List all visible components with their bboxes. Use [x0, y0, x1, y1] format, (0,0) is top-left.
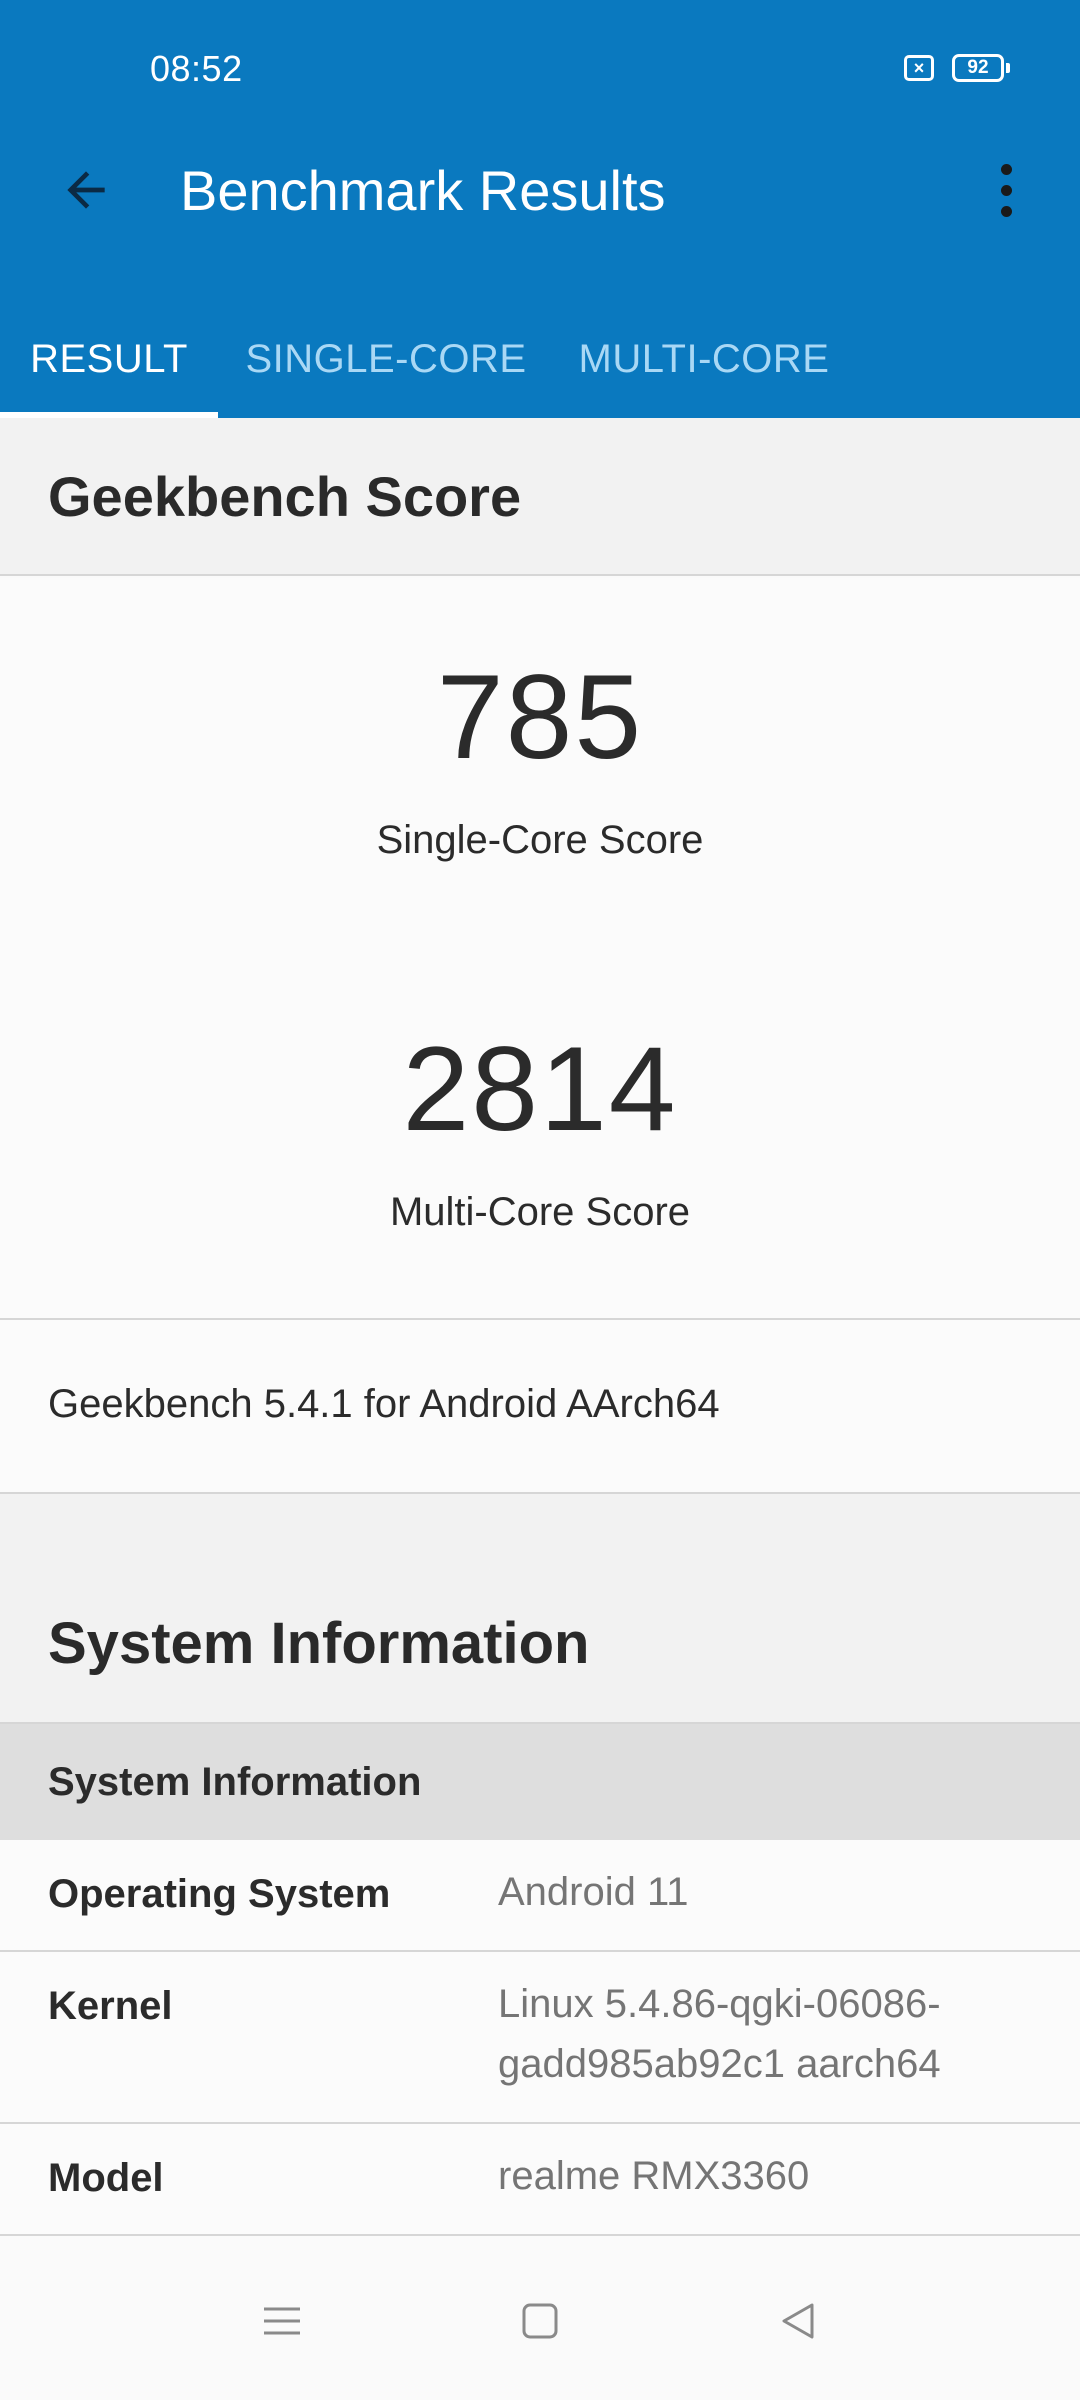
score-panel: 785 Single-Core Score 2814 Multi-Core Sc… [0, 578, 1080, 1320]
geekbench-version: Geekbench 5.4.1 for Android AArch64 [48, 1382, 720, 1426]
recent-apps-button[interactable] [247, 2286, 317, 2356]
info-row-operating-system: Operating System Android 11 [0, 1840, 1080, 1952]
info-row-kernel: Kernel Linux 5.4.86-qgki-06086-gadd985ab… [0, 1952, 1080, 2124]
back-triangle-icon [782, 2303, 814, 2339]
info-key: Operating System [48, 1872, 391, 1916]
info-value: Android 11 [498, 1870, 689, 1914]
battery-level: 92 [952, 54, 1004, 82]
single-core-score-label: Single-Core Score [376, 818, 704, 862]
system-information-title: System Information [48, 1611, 590, 1676]
multi-core-score-label: Multi-Core Score [389, 1190, 691, 1234]
info-key: Kernel [48, 1984, 173, 2028]
arrow-left-icon [67, 171, 105, 209]
more-vert-icon-dot [1000, 184, 1012, 196]
version-row: Geekbench 5.4.1 for Android AArch64 [0, 1320, 1080, 1494]
home-button[interactable] [505, 2286, 575, 2356]
more-vert-icon-dot [1000, 205, 1012, 217]
tab-single-core[interactable]: SINGLE-CORE [218, 300, 554, 418]
system-navigation-bar [0, 2236, 1080, 2400]
menu-icon [264, 2307, 300, 2335]
info-key: Model [48, 2156, 164, 2200]
back-button[interactable] [46, 150, 126, 230]
info-row-model: Model realme RMX3360 [0, 2124, 1080, 2236]
system-information-subheader: System Information [0, 1724, 1080, 1840]
tab-multi-core[interactable]: MULTI-CORE [554, 300, 854, 418]
status-time: 08:52 [150, 48, 243, 89]
system-information-header [0, 1494, 1080, 1724]
single-core-score-value: 785 [436, 650, 644, 784]
back-nav-button[interactable] [763, 2286, 833, 2356]
status-icons: × 92 [904, 54, 1010, 82]
tab-result[interactable]: RESULT [0, 300, 218, 418]
battery-tip [1006, 63, 1010, 73]
battery-icon: 92 [952, 54, 1010, 82]
app-bar: 08:52 × 92 Benchmark Results RESULT SING… [0, 0, 1080, 418]
more-options-button[interactable] [976, 150, 1036, 230]
geekbench-score-title: Geekbench Score [48, 465, 522, 528]
sim-x-icon: × [904, 55, 934, 81]
home-icon [522, 2303, 558, 2339]
system-information-subheader-label: System Information [48, 1760, 422, 1804]
info-value: Linux 5.4.86-qgki-06086-gadd985ab92c1 aa… [498, 1982, 941, 2086]
tab-bar: RESULT SINGLE-CORE MULTI-CORE [0, 300, 854, 418]
more-vert-icon [1000, 163, 1012, 175]
multi-core-score-value: 2814 [402, 1022, 678, 1156]
benchmark-results-screen: 08:52 × 92 Benchmark Results RESULT SING… [0, 0, 1080, 2400]
page-title: Benchmark Results [180, 159, 666, 222]
info-value: realme RMX3360 [498, 2154, 810, 2198]
